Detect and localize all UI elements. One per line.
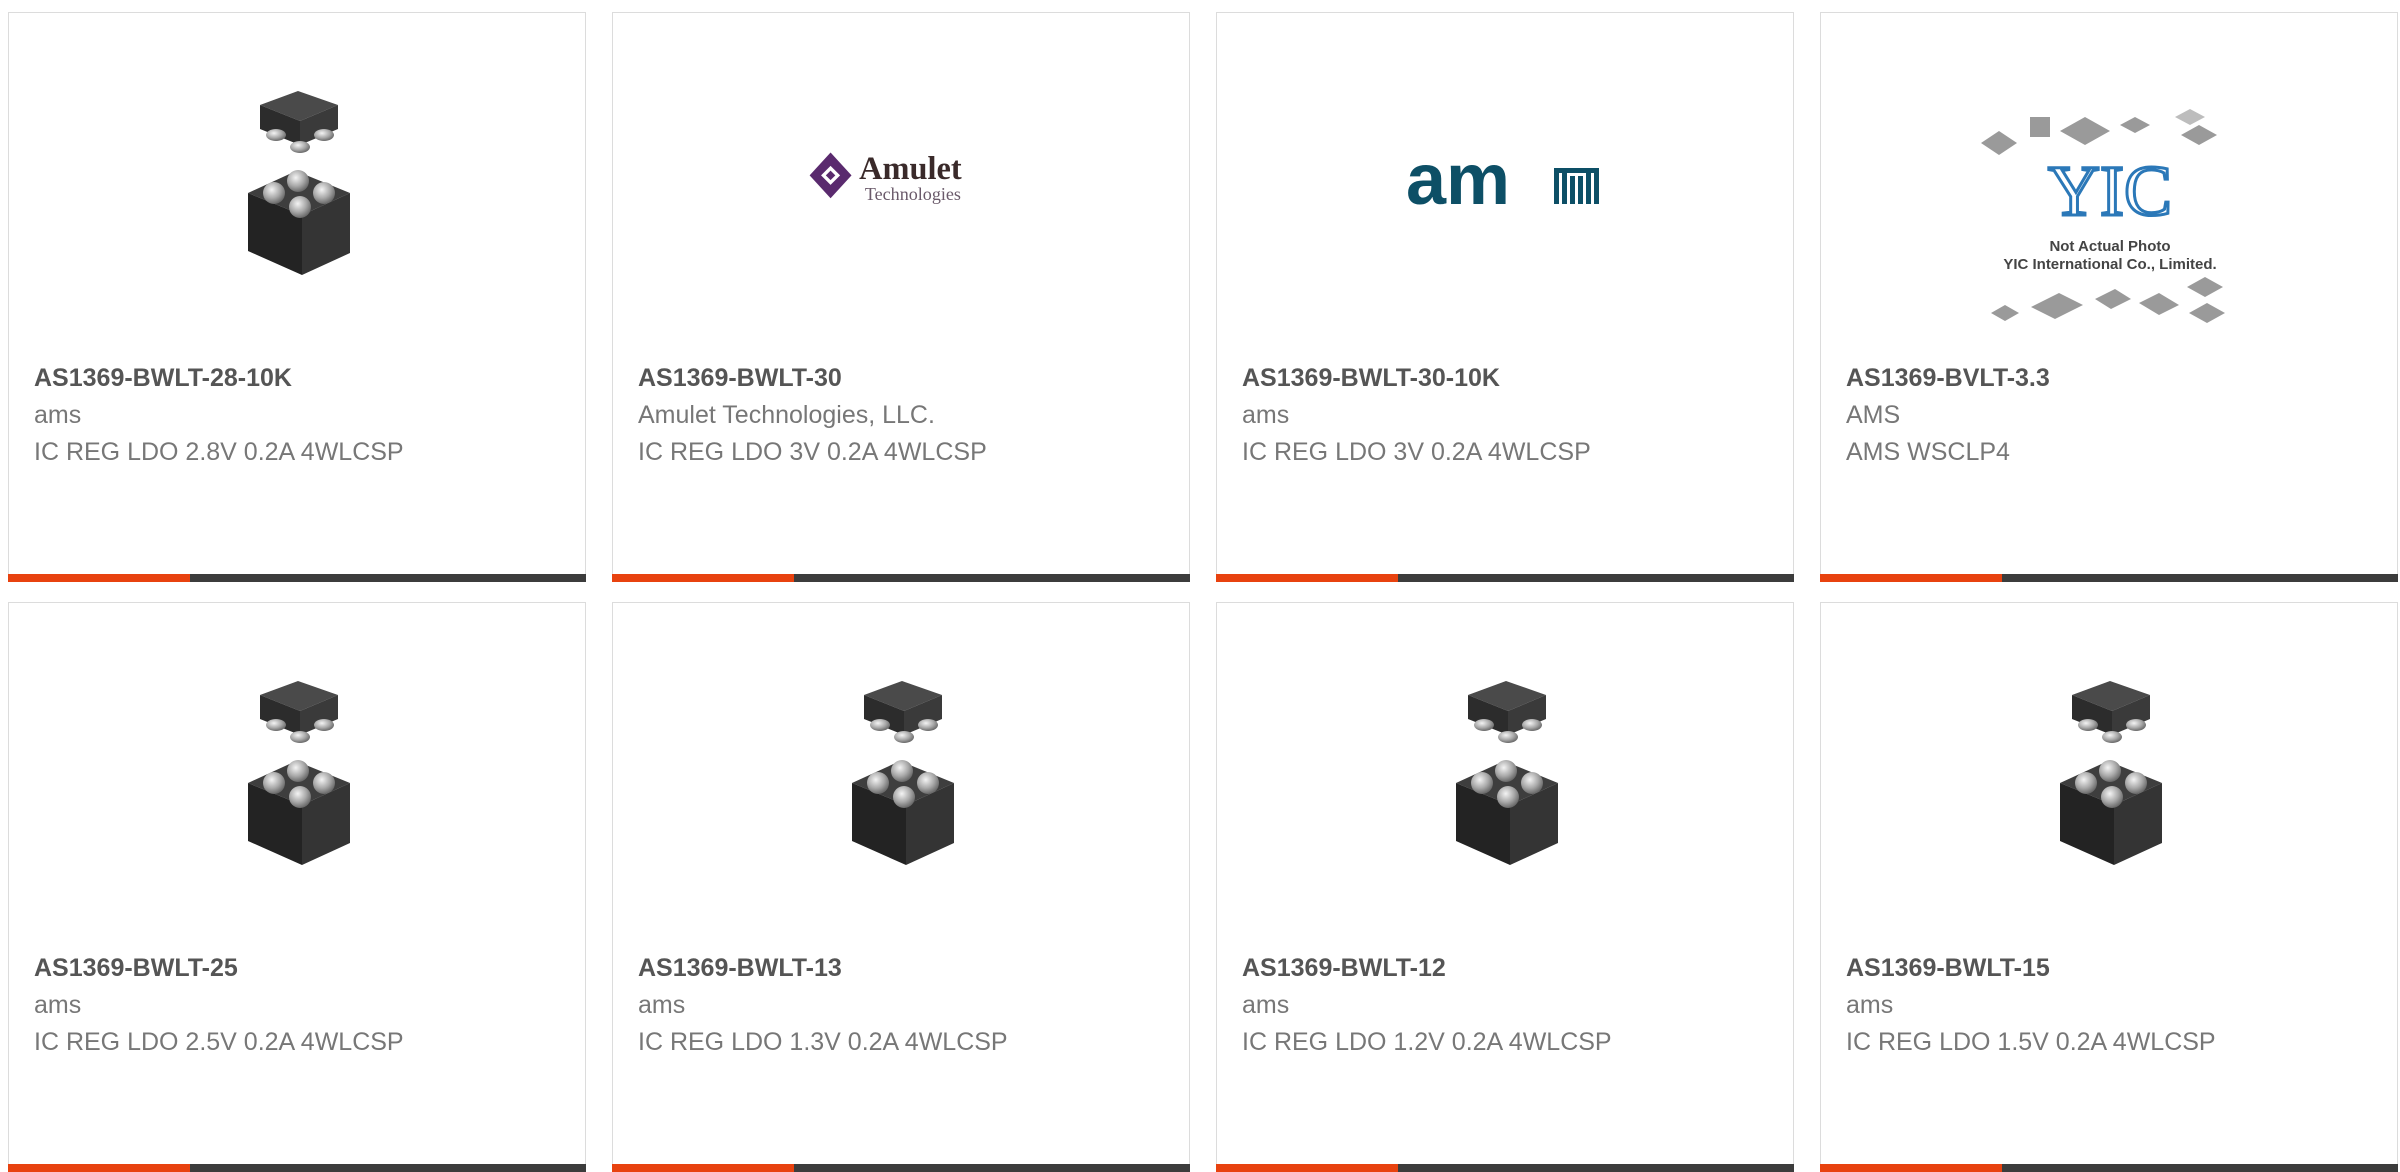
chip-icon xyxy=(198,673,398,873)
product-description: IC REG LDO 1.5V 0.2A 4WLCSP xyxy=(1846,1028,2216,1056)
product-description: IC REG LDO 3V 0.2A 4WLCSP xyxy=(638,438,987,466)
manufacturer-name: ams xyxy=(1242,401,1290,429)
part-number-link[interactable]: AS1369-BWLT-30-10K xyxy=(1242,359,1773,397)
product-info: AS1369-BWLT-28-10K ams IC REG LDO 2.8V 0… xyxy=(34,359,565,471)
yic-company-name: YIC International Co., Limited. xyxy=(2003,256,2216,273)
product-grid: AS1369-BWLT-28-10K ams IC REG LDO 2.8V 0… xyxy=(0,0,2400,1172)
manufacturer-name: ams xyxy=(638,991,686,1019)
product-card[interactable]: Amulet Technologies AS1369-BWLT-30 Amule… xyxy=(612,12,1190,582)
card-accent-bar xyxy=(1216,574,1398,582)
product-image[interactable]: YIC Not Actual Photo YIC International C… xyxy=(1975,103,2245,343)
yic-placeholder-icon: YIC Not Actual Photo YIC International C… xyxy=(1981,109,2225,323)
ams-logo-icon: am xyxy=(1406,148,1599,218)
product-description: IC REG LDO 1.2V 0.2A 4WLCSP xyxy=(1242,1028,1612,1056)
product-image[interactable] xyxy=(198,673,398,873)
part-number-link[interactable]: AS1369-BWLT-15 xyxy=(1846,949,2377,987)
product-image[interactable] xyxy=(1406,673,1606,873)
amulet-logo-icon: Amulet Technologies xyxy=(809,151,962,204)
card-bottom-bar xyxy=(8,574,586,582)
manufacturer-name: AMS xyxy=(1846,401,1901,429)
product-image[interactable] xyxy=(2010,673,2210,873)
product-info: AS1369-BVLT-3.3 AMS AMS WSCLP4 xyxy=(1846,359,2377,471)
part-number-link[interactable]: AS1369-BWLT-12 xyxy=(1242,949,1773,987)
product-card[interactable]: AS1369-BWLT-28-10K ams IC REG LDO 2.8V 0… xyxy=(8,12,586,582)
manufacturer-name: ams xyxy=(34,401,82,429)
card-bottom-bar xyxy=(8,1164,586,1172)
product-card[interactable]: AS1369-BWLT-12 ams IC REG LDO 1.2V 0.2A … xyxy=(1216,602,1794,1172)
product-card[interactable]: AS1369-BWLT-15 ams IC REG LDO 1.5V 0.2A … xyxy=(1820,602,2398,1172)
part-number-link[interactable]: AS1369-BWLT-30 xyxy=(638,359,1169,397)
part-number-link[interactable]: AS1369-BVLT-3.3 xyxy=(1846,359,2377,397)
product-description: IC REG LDO 2.8V 0.2A 4WLCSP xyxy=(34,438,404,466)
product-card[interactable]: YIC Not Actual Photo YIC International C… xyxy=(1820,12,2398,582)
product-info: AS1369-BWLT-30 Amulet Technologies, LLC.… xyxy=(638,359,1169,471)
card-accent-bar xyxy=(8,1164,190,1172)
manufacturer-name: ams xyxy=(1846,991,1894,1019)
card-accent-bar xyxy=(1216,1164,1398,1172)
product-card[interactable]: AS1369-BWLT-25 ams IC REG LDO 2.5V 0.2A … xyxy=(8,602,586,1172)
ams-logo-text: am xyxy=(1406,148,1510,218)
product-card[interactable]: AS1369-BWLT-13 ams IC REG LDO 1.3V 0.2A … xyxy=(612,602,1190,1172)
card-bottom-bar xyxy=(612,574,1190,582)
part-number-link[interactable]: AS1369-BWLT-25 xyxy=(34,949,565,987)
card-accent-bar xyxy=(612,1164,794,1172)
amulet-logo-subtitle: Technologies xyxy=(865,184,961,204)
card-bottom-bar xyxy=(612,1164,1190,1172)
product-card[interactable]: am AS1369-BWLT-30-10K ams IC REG LDO 3V … xyxy=(1216,12,1794,582)
part-number-link[interactable]: AS1369-BWLT-13 xyxy=(638,949,1169,987)
manufacturer-name: ams xyxy=(34,991,82,1019)
yic-not-actual-photo: Not Actual Photo xyxy=(2049,238,2170,255)
card-bottom-bar xyxy=(1820,574,2398,582)
card-accent-bar xyxy=(1820,1164,2002,1172)
product-image[interactable] xyxy=(802,673,1002,873)
card-accent-bar xyxy=(1820,574,2002,582)
product-description: AMS WSCLP4 xyxy=(1846,438,2010,466)
card-accent-bar xyxy=(612,574,794,582)
product-info: AS1369-BWLT-15 ams IC REG LDO 1.5V 0.2A … xyxy=(1846,949,2377,1061)
chip-icon xyxy=(802,673,1002,873)
card-bottom-bar xyxy=(1216,574,1794,582)
card-accent-bar xyxy=(8,574,190,582)
product-info: AS1369-BWLT-12 ams IC REG LDO 1.2V 0.2A … xyxy=(1242,949,1773,1061)
card-bottom-bar xyxy=(1820,1164,2398,1172)
yic-logo-text: YIC xyxy=(2048,151,2172,231)
product-description: IC REG LDO 1.3V 0.2A 4WLCSP xyxy=(638,1028,1008,1056)
product-info: AS1369-BWLT-13 ams IC REG LDO 1.3V 0.2A … xyxy=(638,949,1169,1061)
manufacturer-name: ams xyxy=(1242,991,1290,1019)
product-info: AS1369-BWLT-30-10K ams IC REG LDO 3V 0.2… xyxy=(1242,359,1773,471)
product-image[interactable]: Amulet Technologies xyxy=(802,83,1002,283)
product-image[interactable] xyxy=(198,83,398,283)
chip-icon xyxy=(2010,673,2210,873)
part-number-link[interactable]: AS1369-BWLT-28-10K xyxy=(34,359,565,397)
manufacturer-name: Amulet Technologies, LLC. xyxy=(638,401,935,429)
amulet-logo-title: Amulet xyxy=(859,151,962,187)
chip-icon xyxy=(1406,673,1606,873)
product-description: IC REG LDO 3V 0.2A 4WLCSP xyxy=(1242,438,1591,466)
product-image[interactable]: am xyxy=(1406,83,1606,283)
product-info: AS1369-BWLT-25 ams IC REG LDO 2.5V 0.2A … xyxy=(34,949,565,1061)
chip-icon xyxy=(198,83,398,283)
card-bottom-bar xyxy=(1216,1164,1794,1172)
product-description: IC REG LDO 2.5V 0.2A 4WLCSP xyxy=(34,1028,404,1056)
